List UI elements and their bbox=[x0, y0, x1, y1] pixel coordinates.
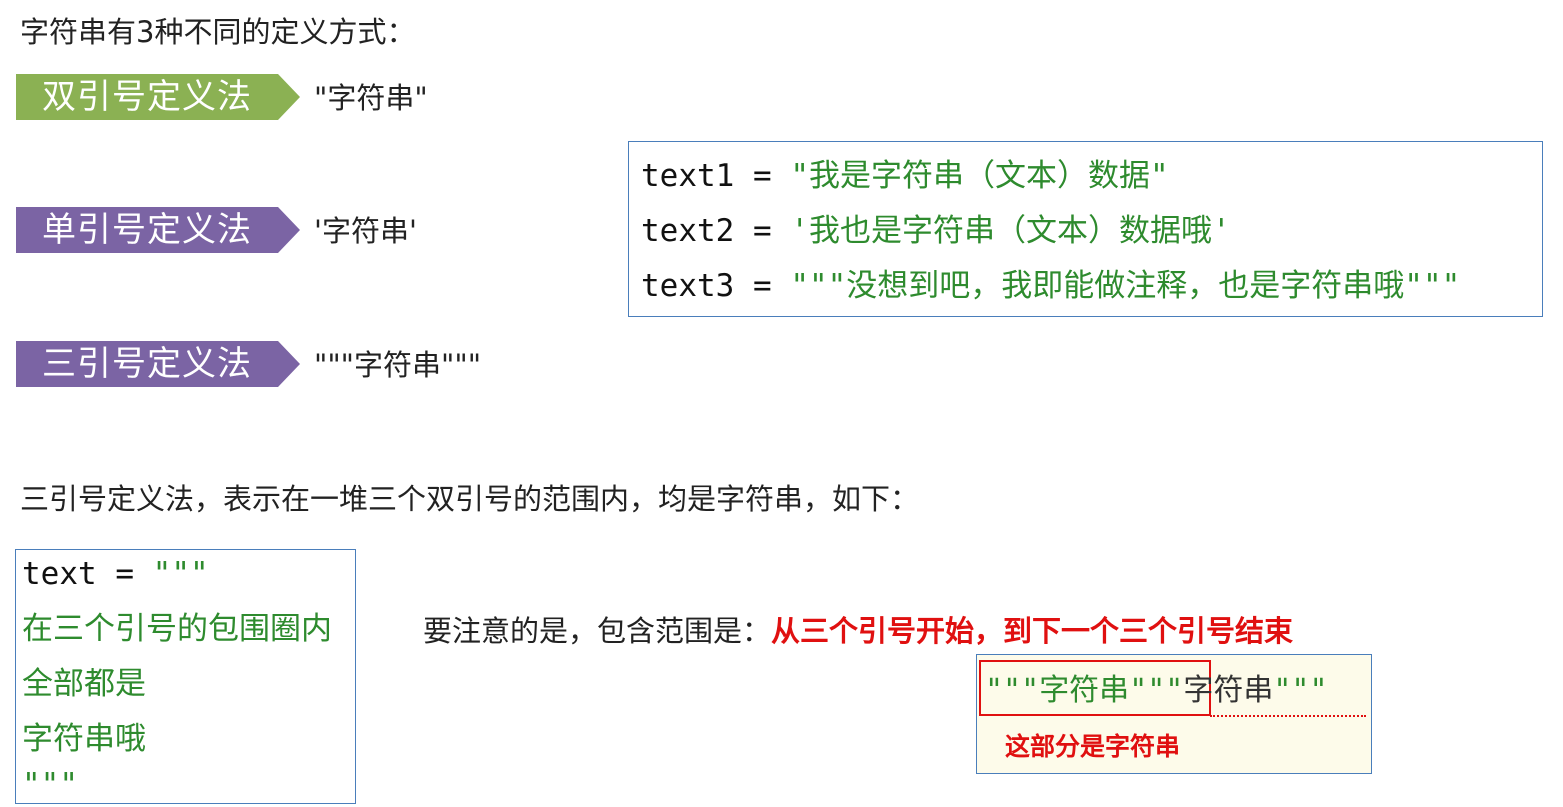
multiline-line-1: 在三个引号的包围圈内 bbox=[22, 611, 332, 647]
tag-triple-quote: 三引号定义法 bbox=[16, 341, 300, 387]
code-value-text1: "我是字符串（文本）数据" bbox=[790, 158, 1169, 194]
tag-single-quote: 单引号定义法 bbox=[16, 207, 300, 253]
multiline-open-quote: """ bbox=[152, 556, 209, 592]
multiline-line-3: 字符串哦 bbox=[22, 721, 146, 757]
error-underline bbox=[1210, 709, 1366, 717]
example-single-quote: '字符串' bbox=[314, 214, 417, 248]
code-value-text3: """没想到吧，我即能做注释，也是字符串哦""" bbox=[790, 268, 1461, 304]
range-demo-box: """字符串"""字符串""" 这部分是字符串 bbox=[976, 654, 1372, 774]
code-var-text2: text2 = bbox=[641, 213, 791, 249]
multiline-line-2: 全部都是 bbox=[22, 666, 146, 702]
demo-trailing-quote: """ bbox=[1273, 673, 1328, 708]
multiline-close-quote: """ bbox=[22, 767, 78, 803]
multiline-var: text = bbox=[22, 556, 153, 592]
demo-open-quote: """ bbox=[985, 673, 1040, 708]
intro-text: 字符串有3种不同的定义方式： bbox=[20, 15, 416, 49]
code-line-text2: text2 = '我也是字符串（文本）数据哦' bbox=[641, 211, 1231, 251]
triple-quote-note: 三引号定义法，表示在一堆三个双引号的范围内，均是字符串，如下： bbox=[20, 482, 920, 516]
tag-double-quote: 双引号定义法 bbox=[16, 74, 300, 120]
demo-content: 字符串 bbox=[1039, 673, 1130, 708]
demo-label: 这部分是字符串 bbox=[1005, 732, 1181, 761]
code-line-text3: text3 = """没想到吧，我即能做注释，也是字符串哦""" bbox=[641, 266, 1460, 306]
example-triple-quote: """字符串""" bbox=[314, 348, 482, 382]
code-line-text1: text1 = "我是字符串（文本）数据" bbox=[641, 156, 1169, 196]
code-var-text3: text3 = bbox=[641, 268, 791, 304]
multiline-first-line: text = """ bbox=[22, 554, 209, 594]
demo-trailing-text: 字符串 bbox=[1183, 673, 1274, 708]
demo-code-line: """字符串"""字符串""" bbox=[985, 671, 1328, 711]
attention-note: 要注意的是，包含范围是：从三个引号开始，到下一个三个引号结束 bbox=[423, 611, 1293, 651]
code-value-text2: '我也是字符串（文本）数据哦' bbox=[790, 213, 1231, 249]
attention-highlight: 从三个引号开始，到下一个三个引号结束 bbox=[771, 614, 1294, 648]
attention-prefix: 要注意的是，包含范围是： bbox=[423, 614, 772, 648]
demo-close-quote: """ bbox=[1129, 673, 1184, 708]
multiline-code-box: text = """ 在三个引号的包围圈内 全部都是 字符串哦 """ bbox=[15, 549, 356, 804]
code-var-text1: text1 = bbox=[641, 158, 791, 194]
code-example-box: text1 = "我是字符串（文本）数据" text2 = '我也是字符串（文本… bbox=[628, 141, 1543, 317]
example-double-quote: "字符串" bbox=[314, 81, 428, 115]
